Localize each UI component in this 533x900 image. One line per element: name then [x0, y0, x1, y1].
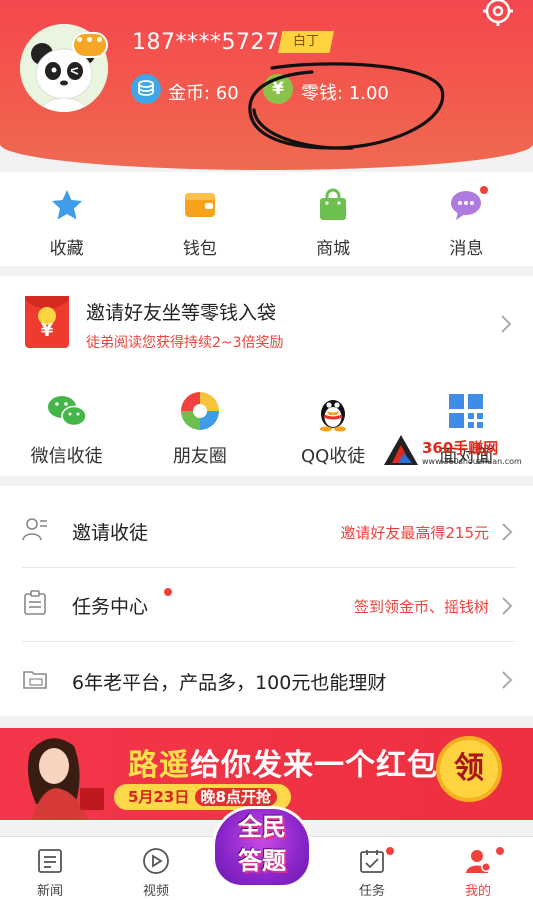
- quiz-floating-button[interactable]: 全民 答题: [210, 802, 314, 892]
- share-label: QQ收徒: [300, 446, 366, 467]
- qr-code-icon: [449, 394, 484, 428]
- menu-list: 邀请收徒 邀请好友最高得215元 任务中心 签到领金币、摇钱树 6年老平台，产品…: [0, 486, 533, 716]
- banner-date-text: 5月23日: [128, 788, 190, 806]
- banner-portrait-icon: [28, 738, 104, 820]
- quick-nav-label: 收藏: [49, 239, 84, 259]
- quick-nav-label: 消息: [449, 239, 484, 259]
- profile-icon: [466, 850, 491, 873]
- invite-subtitle: 徒弟阅读您获得持续2~3倍奖励: [86, 335, 284, 351]
- quick-nav-favorites[interactable]: 收藏: [0, 172, 133, 266]
- video-icon: [143, 848, 169, 874]
- avatar-chat-bubble: •••: [72, 32, 108, 58]
- chevron-right-icon: [502, 523, 513, 541]
- red-envelope-icon: ¥: [25, 296, 69, 348]
- tab-label: 视频: [142, 884, 169, 899]
- share-moments[interactable]: 朋友圈: [133, 376, 266, 476]
- menu-row-hint: 签到领金币、摇钱树: [353, 598, 489, 616]
- hongbao-yuan-symbol: ¥: [41, 320, 54, 341]
- coin-stack-icon: [131, 74, 161, 104]
- tab-label: 新闻: [36, 884, 63, 899]
- share-qq[interactable]: QQ收徒: [267, 376, 400, 476]
- profile-header: ••• 187****5727 白丁 金币: 60 ¥ 零钱: 1.00: [0, 0, 533, 170]
- task-center-dot: [164, 588, 172, 596]
- tab-profile[interactable]: 我的: [428, 837, 528, 900]
- menu-row-ad[interactable]: 6年老平台，产品多，100元也能理财: [0, 642, 533, 718]
- menu-row-title: 任务中心: [72, 596, 149, 618]
- share-label: 微信收徒: [30, 446, 103, 467]
- star-icon: [51, 190, 82, 220]
- ad-folder-icon: [23, 671, 47, 689]
- shopping-bag-icon: [320, 188, 347, 220]
- watermark-logo-icon: [384, 435, 418, 465]
- quiz-line1: 全民: [238, 813, 286, 841]
- quick-nav-label: 钱包: [182, 239, 217, 259]
- tab-profile-dot: [496, 847, 504, 855]
- tab-label: 我的: [464, 884, 491, 899]
- chevron-right-icon[interactable]: [500, 314, 512, 334]
- tab-news[interactable]: 新闻: [0, 837, 100, 900]
- tab-label: 任务: [358, 884, 385, 899]
- banner-title-rest: 给你发来一个红包: [190, 748, 438, 783]
- quick-nav-messages[interactable]: 消息: [400, 172, 533, 266]
- quick-nav: 收藏 钱包 商城 消息: [0, 172, 533, 266]
- user-phone: 187****5727: [132, 30, 280, 55]
- message-icon: [451, 191, 482, 220]
- tab-tasks-dot: [386, 847, 394, 855]
- yuan-icon: ¥: [263, 74, 293, 104]
- user-icon: [22, 518, 47, 541]
- menu-row-title: 邀请收徒: [72, 522, 149, 544]
- quick-nav-wallet[interactable]: 钱包: [133, 172, 266, 266]
- task-tab-icon: [360, 850, 384, 873]
- watermark: 360手赚网 www.360shouzhuan.com: [382, 433, 530, 471]
- chevron-right-icon: [502, 597, 513, 615]
- menu-row-task-center[interactable]: 任务中心 签到领金币、摇钱树: [0, 566, 533, 642]
- share-wechat[interactable]: 微信收徒: [0, 376, 133, 476]
- menu-row-invite[interactable]: 邀请收徒 邀请好友最高得215元: [0, 492, 533, 568]
- menu-row-title: 6年老平台，产品多，100元也能理财: [72, 672, 387, 694]
- banner-claim-button[interactable]: 领: [436, 736, 502, 802]
- watermark-name: 360手赚网: [422, 439, 499, 457]
- quiz-text: 全民 答题: [210, 810, 314, 878]
- banner-name: 路遥: [128, 748, 190, 783]
- quick-nav-mall[interactable]: 商城: [267, 172, 400, 266]
- invite-title[interactable]: 邀请好友坐等零钱入袋: [86, 298, 276, 325]
- wallet-icon: [184, 193, 215, 217]
- banner-title: 路遥给你发来一个红包: [128, 740, 438, 784]
- menu-row-hint: 邀请好友最高得215元: [340, 524, 489, 542]
- settings-gear-icon[interactable]: [481, 0, 515, 28]
- watermark-url: www.360shouzhuan.com: [422, 457, 522, 466]
- coins-balance[interactable]: 金币: 60: [168, 79, 239, 105]
- tab-video[interactable]: 视频: [106, 837, 206, 900]
- quick-nav-label: 商城: [316, 239, 351, 259]
- task-icon: [24, 590, 46, 615]
- chevron-right-icon: [502, 671, 513, 689]
- tab-tasks[interactable]: 任务: [322, 837, 422, 900]
- quiz-line2: 答题: [238, 847, 286, 875]
- level-badge: 白丁: [278, 31, 334, 53]
- moments-icon: [180, 392, 219, 430]
- qq-icon: [320, 400, 347, 432]
- unread-dot: [479, 186, 488, 194]
- change-balance[interactable]: 零钱: 1.00: [301, 79, 389, 105]
- news-icon: [38, 849, 62, 873]
- share-label: 朋友圈: [172, 446, 227, 467]
- wechat-icon: [47, 396, 87, 427]
